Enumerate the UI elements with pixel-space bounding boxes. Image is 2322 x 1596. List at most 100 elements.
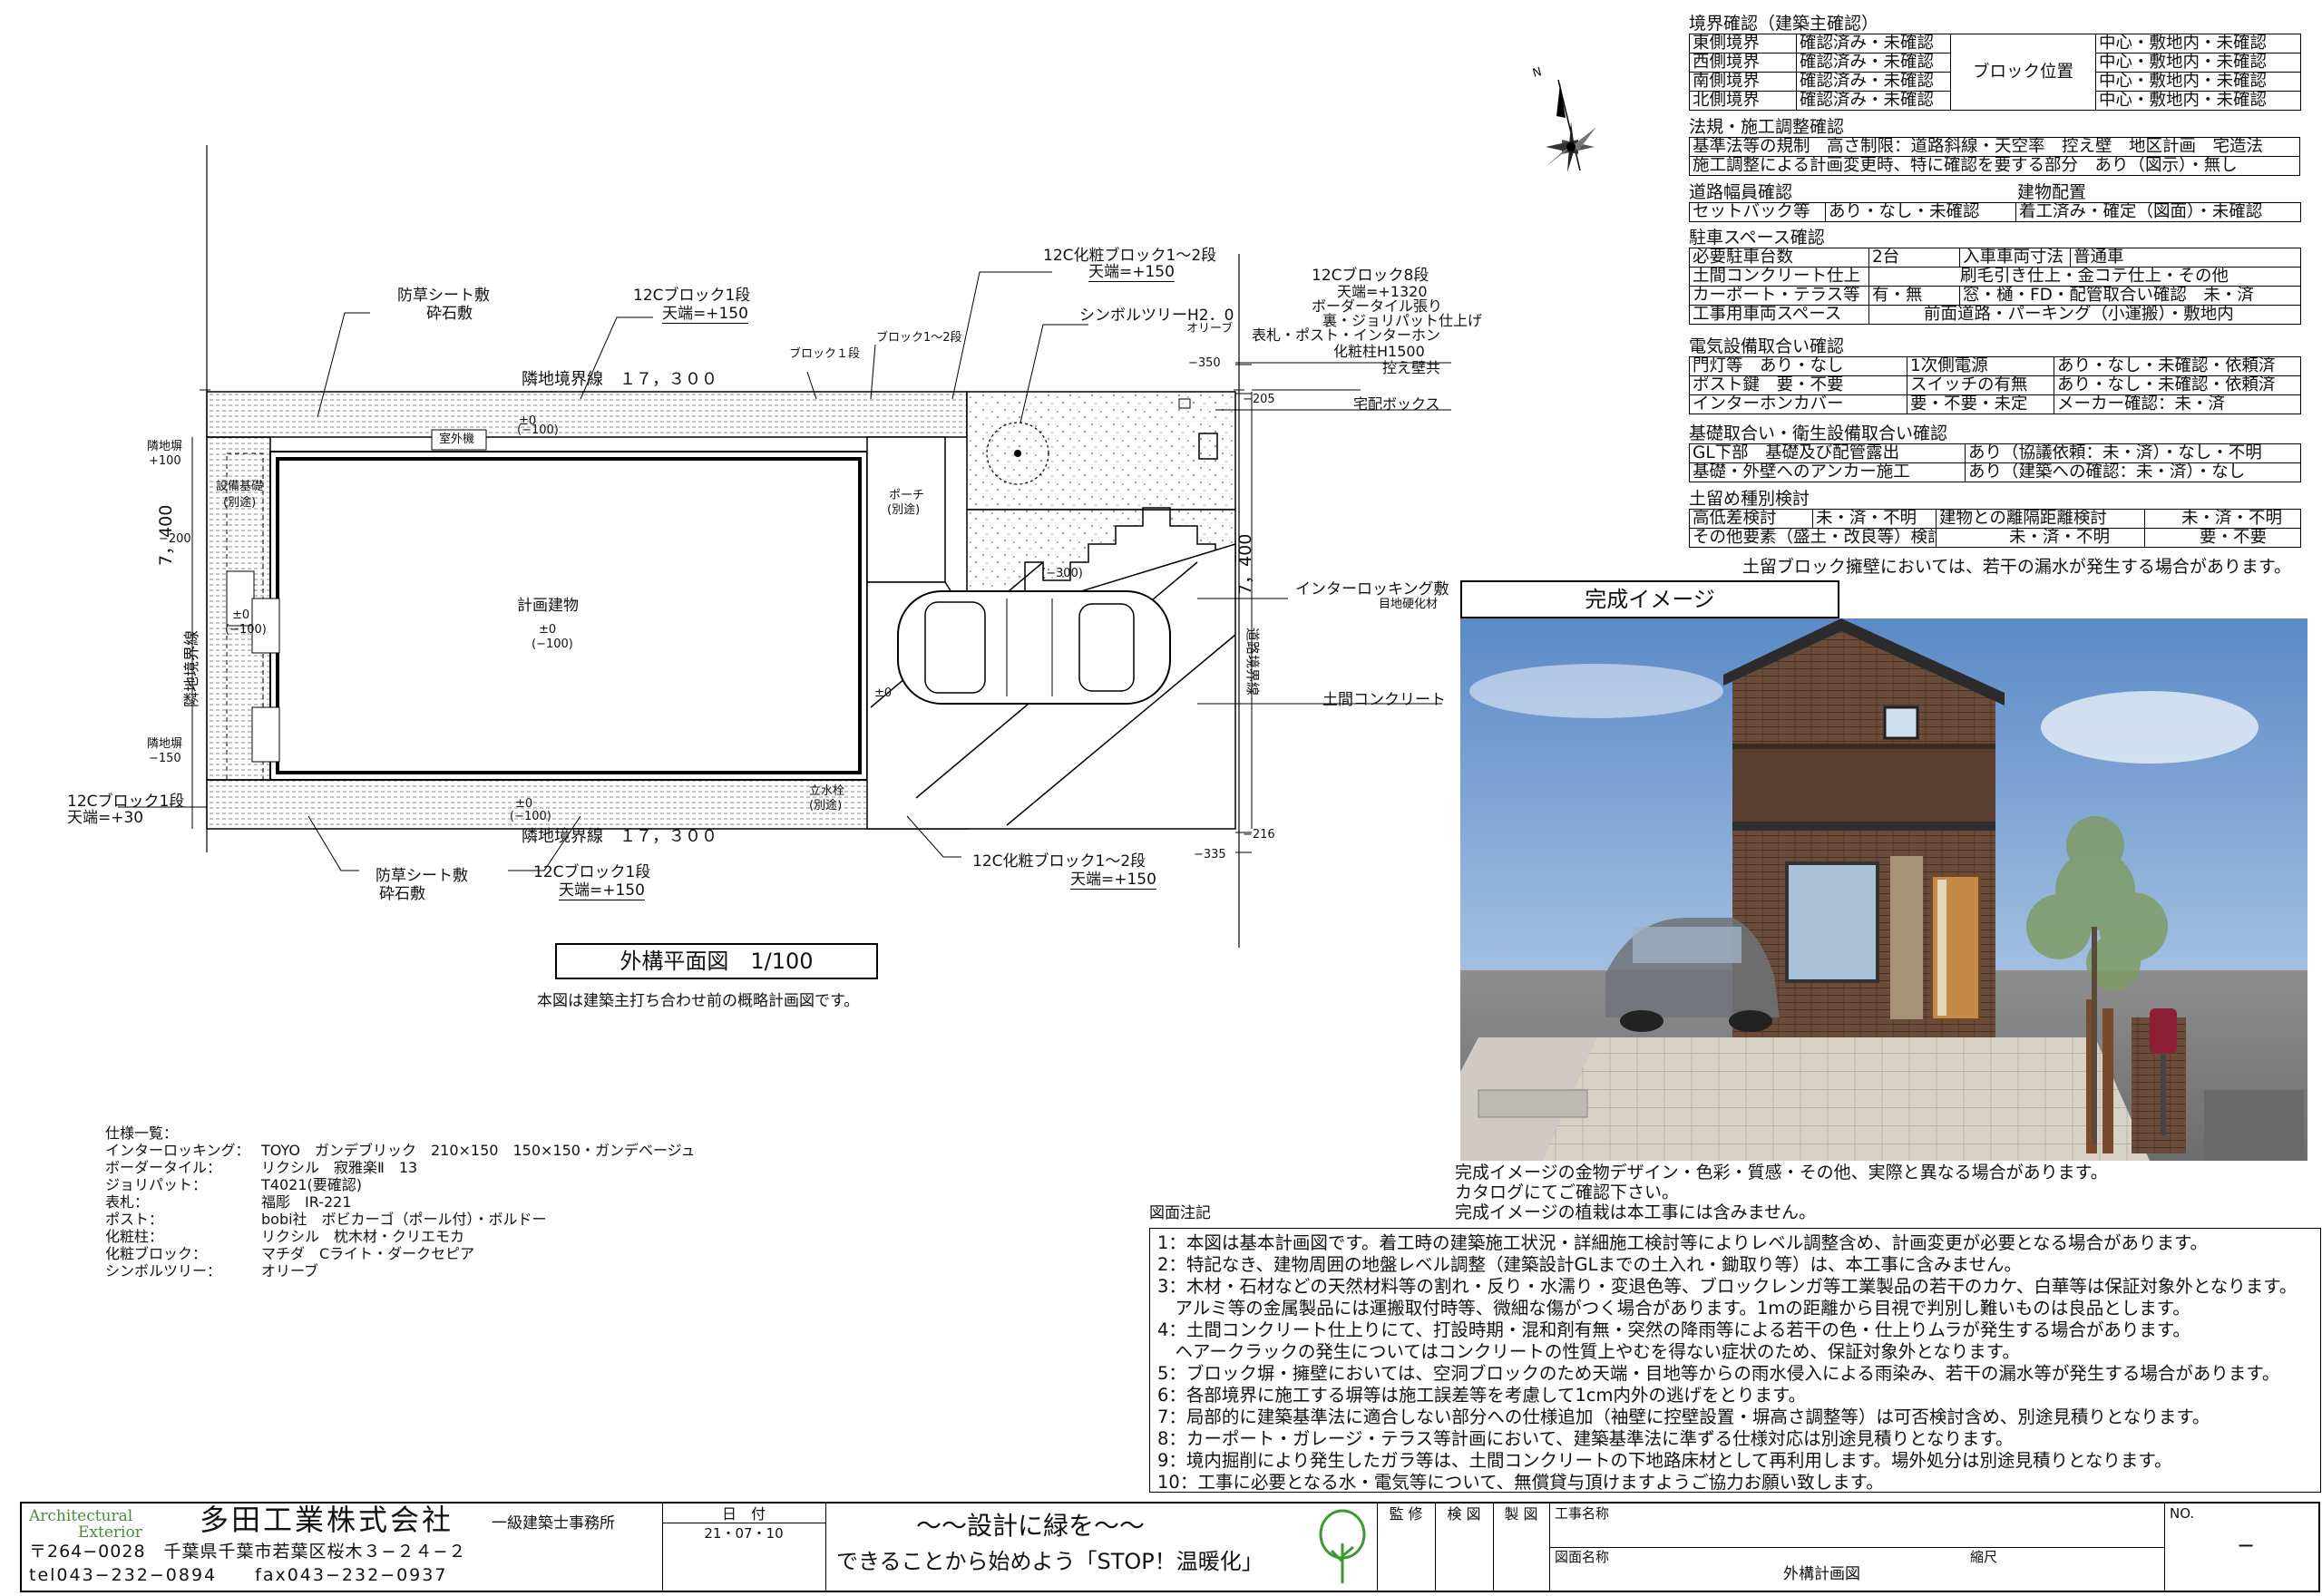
label-interlocking: インターロッキング敷 <box>1295 580 1449 598</box>
render-note-3: 完成イメージの植栽は本工事には含みません。 <box>1455 1202 1817 1222</box>
compass-rose-icon <box>1546 79 1596 172</box>
law-row: 基準法等の規制 高さ制限：道路斜線・天空率 控え壁 地区計画 宅造法 <box>1689 137 2300 157</box>
label-gravel-bottom: 砕石敷 <box>379 885 425 903</box>
draft-cell: 製 図 <box>1493 1504 1550 1591</box>
spec-row: ポスト： bobi社 ボビカーゴ（ポール付）・ボルドー <box>105 1207 922 1228</box>
switch-status: あり・なし・未確認・依頼済 <box>2054 375 2301 395</box>
boundary-row-label: 南側境界 <box>1689 72 1797 92</box>
label-boundary-top: 隣地境界線 １７，３００ <box>522 370 717 389</box>
carport-value: 有・無 <box>1868 286 1960 306</box>
parking-check: 駐車スペース確認 必要駐車台数 2台 入車車両寸法 普通車 土間コンクリート仕上… <box>1689 229 2301 325</box>
label-v-100: +100 <box>149 454 181 468</box>
label-v-350: −350 <box>1188 356 1221 370</box>
label-facility-base: 設備基礎 <box>216 480 264 493</box>
label-block-top-height: 天端=+150 <box>662 305 748 324</box>
note-line: 10：工事に必要となる水・電気等について、無償貸与頂けますようご協力お願い致しま… <box>1157 1472 1884 1493</box>
company-phone: tel043−232−0894 fax043−232−0937 <box>29 1565 448 1585</box>
retaining-note: 土留ブロック擁壁においては、若干の漏水が発生する場合があります。 <box>1742 557 2291 577</box>
label-rain-basin: 立水栓 <box>809 784 845 798</box>
construction-vehicle-value: 前面道路・パーキング（小運搬）・敷地内 <box>1868 305 2301 325</box>
foundation-check-title: 基礎取合い・衛生設備取合い確認 <box>1689 423 1948 443</box>
label-dim-7400-left: 7，400 <box>156 504 176 566</box>
primary-power: 1次側電源 <box>1907 356 2054 376</box>
primary-power-status: あり・なし・未確認・依頼済 <box>2054 356 2301 376</box>
electric-check: 電気設備取合い確認 門灯等 あり・なし 1次側電源 あり・なし・未確認・依頼済 … <box>1689 337 2301 414</box>
label-outdoor-unit: 室外機 <box>439 433 475 446</box>
spec-title: 仕様一覧： <box>105 1124 179 1142</box>
setback-status: あり・なし・未確認 <box>1825 202 2016 222</box>
boundary-row-status: 確認済み・未確認 <box>1796 53 1951 73</box>
date-value: 21・07・10 <box>704 1525 784 1542</box>
construction-vehicle-label: 工事用車両スペース <box>1689 305 1869 325</box>
label-m100-a: (−100) <box>517 423 559 437</box>
label-building-level: ±0 <box>539 623 557 637</box>
notes-box: 1：本図は基本計画図です。着工時の建築施工状況・詳細施工検討等によりレベル調整含… <box>1149 1228 2321 1493</box>
spec-row: ボーダータイル： リクシル 寂雅楽Ⅱ 13 <box>105 1155 922 1176</box>
note-line: 8：カーポート・ガレージ・テラス等計画において、建築基準法に準ずる仕様対応は別途… <box>1157 1428 2014 1449</box>
label-neighbor-wall-150: 隣地塀 <box>147 737 183 751</box>
law-check-table: 基準法等の規制 高さ制限：道路斜線・天空率 控え壁 地区計画 宅造法 施工調整に… <box>1689 137 2300 176</box>
foundation-check: 基礎取合い・衛生設備取合い確認 GL下部 基礎及び配管露出 あり（協議依頼：未・… <box>1689 423 2301 482</box>
supervise-cell: 監 修 <box>1377 1504 1436 1591</box>
anchor-label: 基礎・外壁へのアンカー施工 <box>1689 462 1966 482</box>
building-layout-title: 建物配置 <box>2017 182 2087 202</box>
label-pm0-b: ±0 <box>232 608 250 622</box>
label-rain-separate: (別途) <box>809 799 843 813</box>
retaining-check-title: 土留め種別検討 <box>1689 489 1810 509</box>
drawing-name: 外構計画図 <box>1783 1565 1860 1583</box>
road-check-title: 道路幅員確認 <box>1689 182 1793 202</box>
plan-caption-note: 本図は建築主打ち合わせ前の概略計画図です。 <box>537 992 860 1010</box>
plan-caption: 外構平面図 1/100 <box>555 943 878 979</box>
label-pm0-c: ±0 <box>515 797 533 811</box>
concrete-finish-label: 土間コンクリート仕上 <box>1689 267 1869 287</box>
note-line: 7：局部的に建築基準法に適合しない部分への仕様追加（袖壁に控壁設置・塀高さ調整等… <box>1157 1406 2210 1427</box>
boundary-check: 境界確認（建築主確認） 東側境界 確認済み・未確認 ブロック位置 中心・敷地内・… <box>1689 15 2301 111</box>
check-cell: 検 図 <box>1435 1504 1494 1591</box>
road-check: 道路幅員確認 建物配置 セットバック等 あり・なし・未確認 着工済み・確定（図面… <box>1689 182 2301 222</box>
title-block: Architectural Exterior 多田工業株式会社 一級建築士事務所… <box>20 1502 2320 1592</box>
label-road-boundary: 道路境界線 <box>1244 628 1261 696</box>
label-porch: ポーチ <box>889 489 925 502</box>
label-dim-7400-right: 7，400 <box>1235 533 1255 595</box>
spec-row: 化粧ブロック： マチダ Cライト・ダークセピア <box>105 1241 922 1262</box>
note-line: 6：各部境界に施工する塀等は施工誤差等を考慮して1cm内外の逃げをとります。 <box>1157 1385 1806 1406</box>
spec-value: オリーブ <box>261 1262 319 1280</box>
vehicle-size-label: 入車車両寸法 <box>1959 248 2071 268</box>
spec-row: インターロッキング： TOYO ガンデブリック 210×150 150×150・ガ… <box>105 1138 922 1159</box>
label-deco-block-bottom: 12C化粧ブロック1～2段 <box>972 852 1146 871</box>
label-delivery-box: 宅配ボックス <box>1353 395 1440 413</box>
company-name: 多田工業株式会社 <box>200 1503 454 1537</box>
label-pm0-car: ±0 <box>874 686 893 700</box>
company-address: 〒264−0028 千葉県千葉市若葉区桜木３−２４−２ <box>29 1542 467 1562</box>
label-deco-block-bottom-height: 天端=+150 <box>1070 871 1156 890</box>
foundation-check-table: GL下部 基礎及び配管露出 あり（協議依頼：未・済）・なし・不明 基礎・外壁への… <box>1689 443 2301 482</box>
label-weed-sheet-bottom: 防草シート敷 <box>376 867 468 885</box>
boundary-row-position: 中心・敷地内・未確認 <box>2095 34 2301 54</box>
label-block-bottom-height: 天端=+150 <box>559 881 645 900</box>
note-line: 4：土間コンクリート仕上りにて、打設時期・混和剤有無・突然の降雨等による若干の色… <box>1157 1319 2190 1340</box>
note-line: 3：木材・石材などの天然材料等の割れ・反り・水濡り・変退色等、ブロックレンガ等工… <box>1157 1276 2298 1297</box>
carport-label: カーポート・テラス等 <box>1689 286 1869 306</box>
label-gravel-top: 砕石敷 <box>426 305 473 323</box>
draft-label: 製 図 <box>1504 1505 1538 1523</box>
label-m100-c: (−100) <box>510 810 551 823</box>
spec-list: 仕様一覧： インターロッキング： TOYO ガンデブリック 210×150 150… <box>105 1121 922 1280</box>
label-boundary-left: 隣地境界線 <box>183 630 201 707</box>
label-neighbor-wall-100: 隣地塀 <box>147 440 183 453</box>
label-joint-sand: 目地硬化材 <box>1379 598 1439 611</box>
label-m100-b: (−100) <box>225 623 267 637</box>
slogan-cell: ～～設計に緑を～～ できることから始めよう「STOP！温暖化」 <box>825 1504 1378 1591</box>
boundary-row-label: 西側境界 <box>1689 53 1797 73</box>
boundary-row-status: 確認済み・未確認 <box>1796 91 1951 111</box>
anchor-status: あり（建築への確認：未・済）・なし <box>1965 462 2301 482</box>
notes-title: 図面注記 <box>1149 1204 1211 1222</box>
height-diff-label: 高低差検討 <box>1689 509 1813 529</box>
other-factors-label: その他要素（盛土・改良等）検討 <box>1689 528 1937 548</box>
building-distance-label: 建物との離隔距離検討 <box>1936 509 2145 529</box>
boundary-row-status: 確認済み・未確認 <box>1796 34 1951 54</box>
spec-rows: インターロッキング： TOYO ガンデブリック 210×150 150×150・ガ… <box>105 1138 922 1280</box>
date-label: 日 付 <box>662 1506 825 1523</box>
law-check: 法規・施工調整確認 基準法等の規制 高さ制限：道路斜線・天空率 控え壁 地区計画… <box>1689 118 2300 176</box>
label-building: 計画建物 <box>517 597 579 615</box>
note-line: 5：ブロック塀・擁壁においては、空洞ブロックのため天端・目地等からの雨水侵入によ… <box>1157 1363 2280 1384</box>
